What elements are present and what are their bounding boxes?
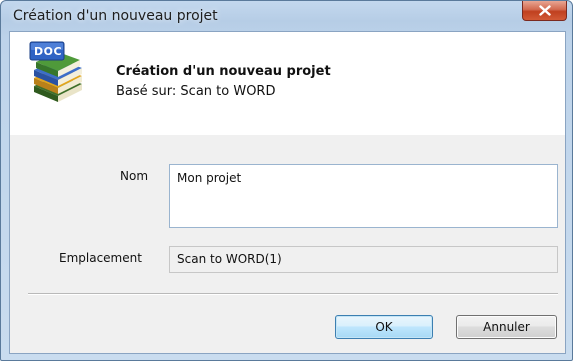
title-bar[interactable]: Création d'un nouveau projet (1, 1, 572, 31)
ok-button[interactable]: OK (335, 315, 433, 339)
header-title: Création d'un nouveau projet (116, 64, 331, 79)
location-label: Emplacement (59, 251, 142, 265)
window-title: Création d'un nouveau projet (13, 8, 218, 24)
dialog-window: Création d'un nouveau projet DOC Créatio… (0, 0, 573, 361)
location-field: Scan to WORD(1) (169, 246, 558, 273)
separator (28, 293, 558, 295)
header-subtitle: Basé sur: Scan to WORD (116, 84, 276, 99)
dialog-body: DOC Création d'un nouveau projet Basé su… (9, 31, 566, 354)
header-band: DOC Création d'un nouveau projet Basé su… (10, 32, 565, 135)
close-icon (539, 5, 551, 16)
name-input[interactable]: Mon projet (169, 164, 558, 228)
name-label: Nom (120, 169, 149, 183)
close-button[interactable] (522, 1, 567, 21)
cancel-button[interactable]: Annuler (456, 315, 557, 339)
doc-badge-text: DOC (34, 45, 63, 58)
